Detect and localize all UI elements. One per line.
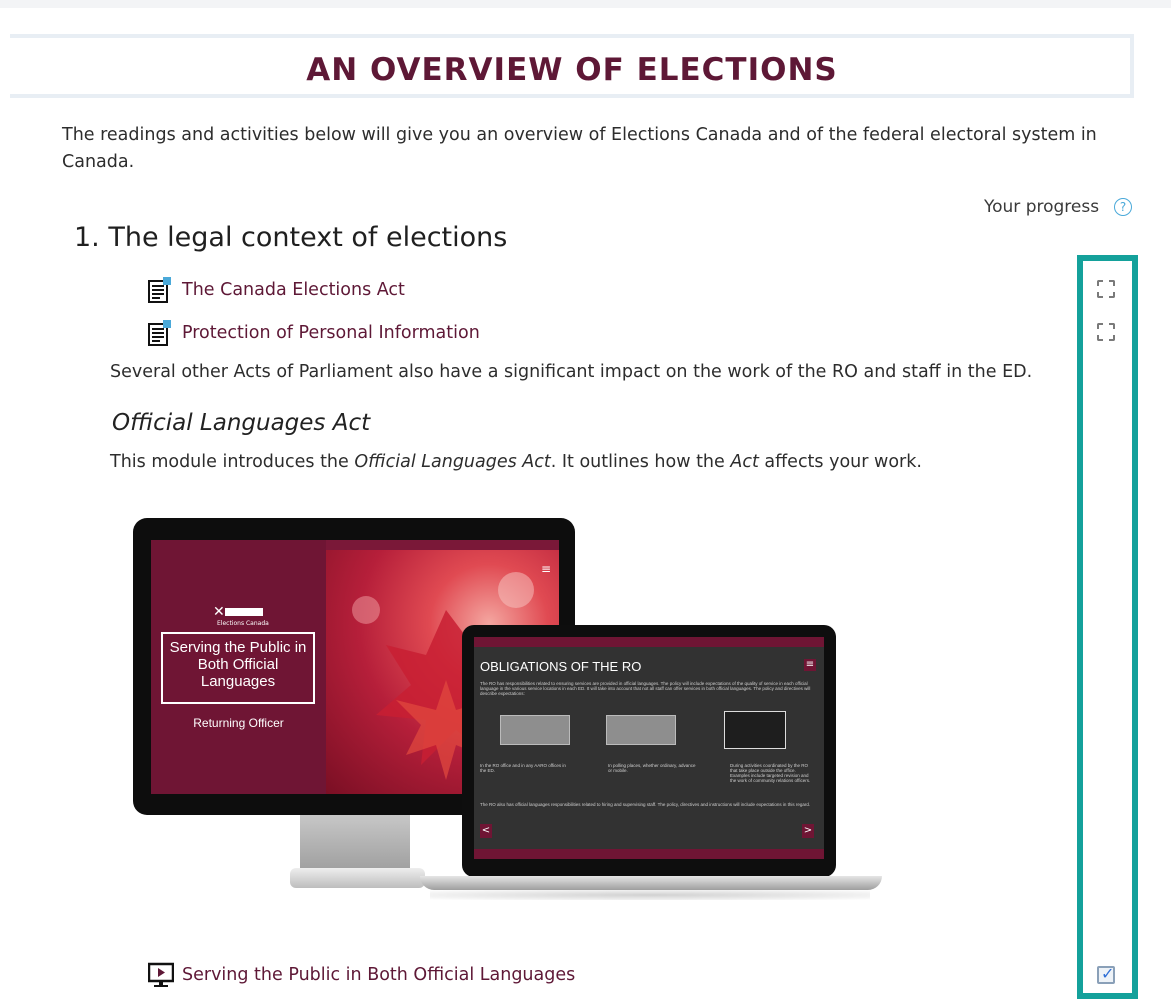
- laptop-screen: OBLIGATIONS OF THE RO ≡ The RO has respo…: [474, 637, 824, 859]
- elections-canada-logo: ✕ Elections Canada: [213, 604, 269, 627]
- module-illustration: ✕ Elections Canada Serving the Public in…: [130, 516, 890, 916]
- outreach-thumbnail: [724, 711, 786, 749]
- help-icon[interactable]: ?: [1114, 198, 1132, 216]
- activity-link[interactable]: Serving the Public in Both Official Lang…: [182, 965, 575, 985]
- activity-link[interactable]: The Canada Elections Act: [182, 280, 405, 300]
- activity-personal-information[interactable]: Protection of Personal Information: [148, 318, 480, 348]
- completion-checkbox[interactable]: [1097, 323, 1115, 341]
- activity-canada-elections-act[interactable]: The Canada Elections Act: [148, 275, 405, 305]
- section-heading: 1. The legal context of elections: [74, 222, 508, 253]
- laptop-base: [420, 876, 882, 890]
- subheading: Official Languages Act: [112, 410, 371, 436]
- office-thumbnail: [500, 715, 570, 745]
- laptop-paragraph: The RO has responsibilities related to e…: [480, 681, 811, 696]
- top-bar: [0, 0, 1171, 8]
- note-text: Several other Acts of Parliament also ha…: [110, 362, 1033, 382]
- activity-serving-public[interactable]: Serving the Public in Both Official Lang…: [147, 960, 575, 990]
- page-title: AN OVERVIEW OF ELECTIONS: [306, 52, 838, 88]
- prev-arrow-icon: <: [480, 824, 492, 838]
- progress-label: Your progress: [984, 197, 1100, 217]
- checkmark-icon: ✓: [1101, 964, 1115, 983]
- book-icon: [148, 277, 172, 303]
- module-description: This module introduces the Official Lang…: [110, 452, 922, 472]
- thumbnail-caption: In polling places, whether ordinary, adv…: [608, 763, 696, 773]
- monitor-base: [290, 868, 425, 888]
- next-arrow-icon: >: [802, 824, 814, 838]
- intro-text: The readings and activities below will g…: [62, 125, 1097, 172]
- book-icon: [148, 320, 172, 346]
- monitor-title-box: Serving the Public in Both Official Lang…: [161, 632, 315, 704]
- completion-checkbox-checked[interactable]: ✓: [1097, 964, 1115, 984]
- completion-checkbox[interactable]: [1097, 280, 1115, 298]
- menu-icon: ≡: [540, 562, 551, 576]
- monitor-stand: [300, 815, 410, 875]
- laptop-graphic: OBLIGATIONS OF THE RO ≡ The RO has respo…: [462, 625, 836, 877]
- menu-icon: ≡: [804, 659, 816, 671]
- laptop-paragraph: The RO also has official languages respo…: [480, 802, 811, 807]
- presentation-icon: [147, 962, 175, 988]
- polling-thumbnail: [606, 715, 676, 745]
- laptop-title: OBLIGATIONS OF THE RO: [480, 659, 642, 674]
- monitor-subtitle: Returning Officer: [193, 716, 284, 730]
- thumbnail-caption: In the RO office and in any AARO offices…: [480, 763, 566, 773]
- progress-column-highlight: [1077, 255, 1138, 999]
- activity-link[interactable]: Protection of Personal Information: [182, 323, 480, 343]
- thumbnail-caption: During activities coordinated by the RO …: [730, 763, 811, 783]
